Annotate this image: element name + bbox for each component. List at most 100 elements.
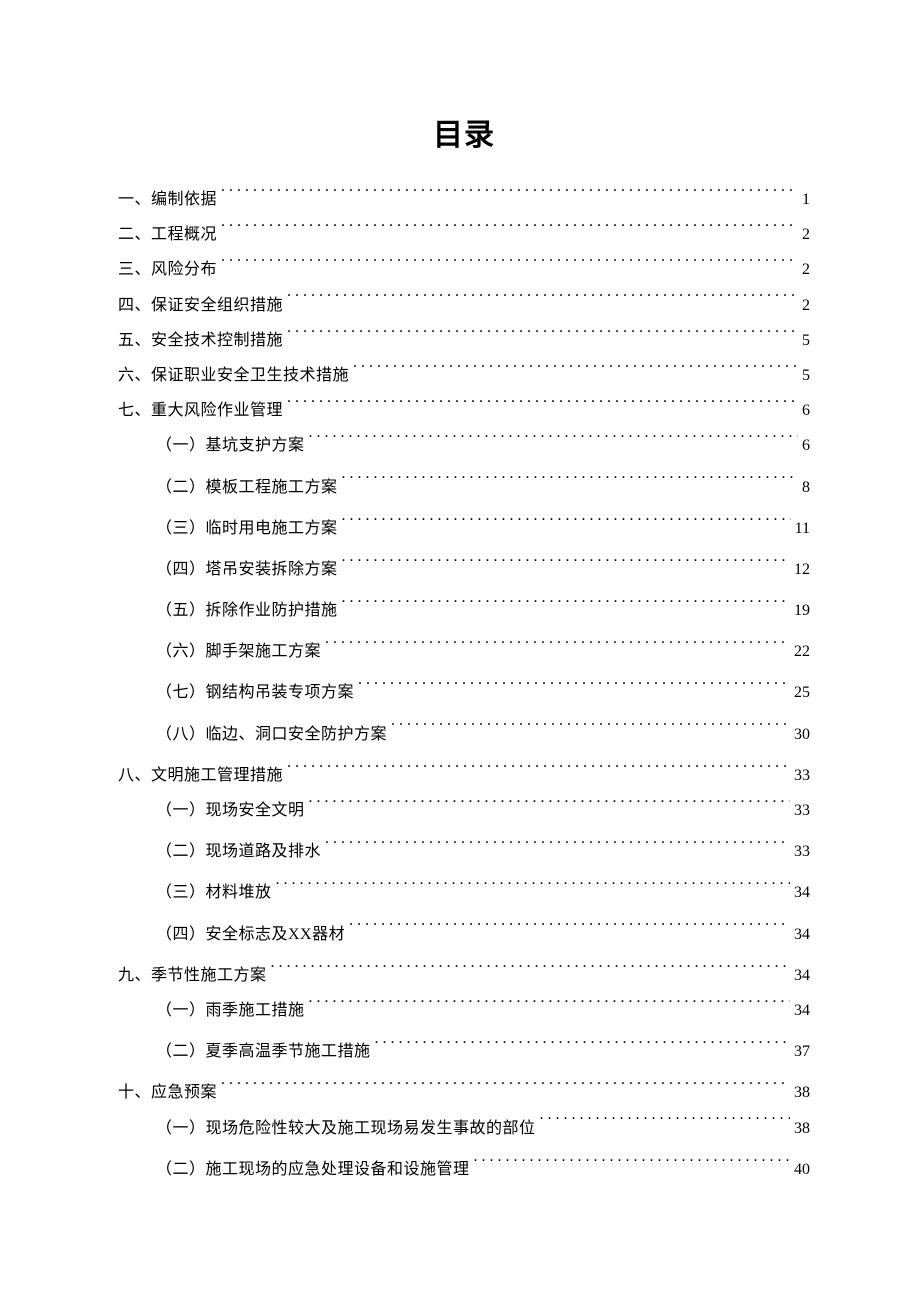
toc-leader-dots (309, 799, 790, 815)
toc-entry: （四）安全标志及XX器材 34 (118, 917, 810, 952)
toc-entry-label: （八）临边、洞口安全防护方案 (156, 717, 387, 752)
toc-entry-page: 11 (795, 511, 810, 546)
toc-entry: （八）临边、洞口安全防护方案 30 (118, 717, 810, 752)
toc-entry-page: 34 (794, 917, 810, 952)
toc-entry-label: 八、文明施工管理措施 (118, 758, 283, 793)
toc-entry-label: （六）脚手架施工方案 (156, 634, 321, 669)
toc-entry-page: 5 (802, 323, 810, 358)
toc-entry-label: 九、季节性施工方案 (118, 958, 267, 993)
toc-entry: （一）现场安全文明 33 (118, 793, 810, 828)
toc-entry-label: （二）夏季高温季节施工措施 (156, 1034, 371, 1069)
toc-entry: （二）施工现场的应急处理设备和设施管理 40 (118, 1152, 810, 1187)
toc-entry-label: （三）材料堆放 (156, 875, 272, 910)
toc-entry-page: 34 (794, 875, 810, 910)
toc-entry-page: 6 (802, 428, 810, 463)
toc-entry-page: 2 (802, 288, 810, 323)
toc-entry-label: （一）现场危险性较大及施工现场易发生事故的部位 (156, 1111, 536, 1146)
toc-entry: 七、重大风险作业管理 6 (118, 393, 810, 428)
toc-entry-page: 34 (794, 993, 810, 1028)
toc-entry: （二）夏季高温季节施工措施 37 (118, 1034, 810, 1069)
toc-entry-label: （四）安全标志及XX器材 (156, 917, 345, 952)
toc-entry: （一）现场危险性较大及施工现场易发生事故的部位 38 (118, 1111, 810, 1146)
toc-entry-label: （四）塔吊安装拆除方案 (156, 552, 338, 587)
toc-leader-dots (287, 764, 790, 780)
toc-entry-label: （二）模板工程施工方案 (156, 470, 338, 505)
toc-entry: 六、保证职业安全卫生技术措施 5 (118, 358, 810, 393)
toc-leader-dots (221, 188, 798, 204)
toc-entry: 八、文明施工管理措施 33 (118, 758, 810, 793)
toc-entry-label: （二）现场道路及排水 (156, 834, 321, 869)
toc-entry: （二）现场道路及排水 33 (118, 834, 810, 869)
table-of-contents: 一、编制依据1二、工程概况2三、风险分布2四、保证安全组织措施2五、安全技术控制… (118, 182, 810, 1187)
toc-entry: （六）脚手架施工方案 22 (118, 634, 810, 669)
toc-leader-dots (309, 434, 798, 450)
toc-entry-page: 8 (802, 470, 810, 505)
toc-entry-page: 33 (794, 758, 810, 793)
toc-entry-page: 19 (794, 593, 810, 628)
toc-entry-label: 二、工程概况 (118, 217, 217, 252)
toc-leader-dots (358, 681, 790, 697)
toc-entry: 九、季节性施工方案 34 (118, 958, 810, 993)
toc-entry: （三）临时用电施工方案 11 (118, 511, 810, 546)
toc-leader-dots (349, 923, 790, 939)
toc-leader-dots (342, 517, 791, 533)
toc-leader-dots (342, 476, 798, 492)
toc-entry-page: 38 (794, 1075, 810, 1110)
toc-entry-page: 2 (802, 217, 810, 252)
toc-entry-page: 22 (794, 634, 810, 669)
toc-entry: 二、工程概况 2 (118, 217, 810, 252)
toc-leader-dots (221, 258, 798, 274)
toc-entry-label: 三、风险分布 (118, 252, 217, 287)
toc-leader-dots (353, 364, 798, 380)
toc-entry-page: 34 (794, 958, 810, 993)
toc-entry-page: 25 (794, 675, 810, 710)
toc-entry-label: （一）雨季施工措施 (156, 993, 305, 1028)
toc-entry-label: 七、重大风险作业管理 (118, 393, 283, 428)
toc-entry-label: 十、应急预案 (118, 1075, 217, 1110)
toc-entry: （一）基坑支护方案 6 (118, 428, 810, 463)
toc-entry-label: （一）基坑支护方案 (156, 428, 305, 463)
toc-entry-label: 五、安全技术控制措施 (118, 323, 283, 358)
toc-leader-dots (325, 640, 790, 656)
toc-entry: 四、保证安全组织措施 2 (118, 288, 810, 323)
toc-entry-page: 38 (794, 1111, 810, 1146)
toc-entry: （二）模板工程施工方案 8 (118, 470, 810, 505)
toc-entry: 三、风险分布 2 (118, 252, 810, 287)
page-body: 目录 一、编制依据1二、工程概况2三、风险分布2四、保证安全组织措施2五、安全技… (0, 0, 920, 1287)
toc-leader-dots (474, 1158, 790, 1174)
toc-leader-dots (271, 964, 790, 980)
toc-entry-label: （二）施工现场的应急处理设备和设施管理 (156, 1152, 470, 1187)
toc-entry: （五）拆除作业防护措施 19 (118, 593, 810, 628)
toc-leader-dots (221, 223, 798, 239)
toc-entry-label: （一）现场安全文明 (156, 793, 305, 828)
toc-entry-label: 一、编制依据 (118, 182, 217, 217)
toc-leader-dots (287, 329, 798, 345)
toc-entry: （一）雨季施工措施 34 (118, 993, 810, 1028)
toc-leader-dots (309, 999, 790, 1015)
toc-leader-dots (375, 1040, 790, 1056)
toc-entry-page: 2 (802, 252, 810, 287)
toc-leader-dots (342, 599, 790, 615)
toc-entry-page: 37 (794, 1034, 810, 1069)
toc-leader-dots (221, 1081, 790, 1097)
toc-entry-label: （五）拆除作业防护措施 (156, 593, 338, 628)
toc-entry-page: 33 (794, 793, 810, 828)
toc-entry-page: 30 (794, 717, 810, 752)
toc-leader-dots (540, 1117, 790, 1133)
toc-leader-dots (342, 558, 790, 574)
toc-entry-label: 六、保证职业安全卫生技术措施 (118, 358, 349, 393)
toc-entry: （七）钢结构吊装专项方案25 (118, 675, 810, 710)
toc-entry-page: 40 (794, 1152, 810, 1187)
toc-entry-label: （三）临时用电施工方案 (156, 511, 338, 546)
toc-leader-dots (287, 399, 798, 415)
toc-leader-dots (325, 840, 790, 856)
toc-entry-page: 5 (802, 358, 810, 393)
toc-entry-label: 四、保证安全组织措施 (118, 288, 283, 323)
toc-entry: （四）塔吊安装拆除方案12 (118, 552, 810, 587)
toc-entry: 十、应急预案 38 (118, 1075, 810, 1110)
toc-entry-page: 33 (794, 834, 810, 869)
toc-leader-dots (391, 723, 790, 739)
toc-entry: （三）材料堆放 34 (118, 875, 810, 910)
toc-entry-page: 6 (802, 393, 810, 428)
toc-entry: 五、安全技术控制措施 5 (118, 323, 810, 358)
